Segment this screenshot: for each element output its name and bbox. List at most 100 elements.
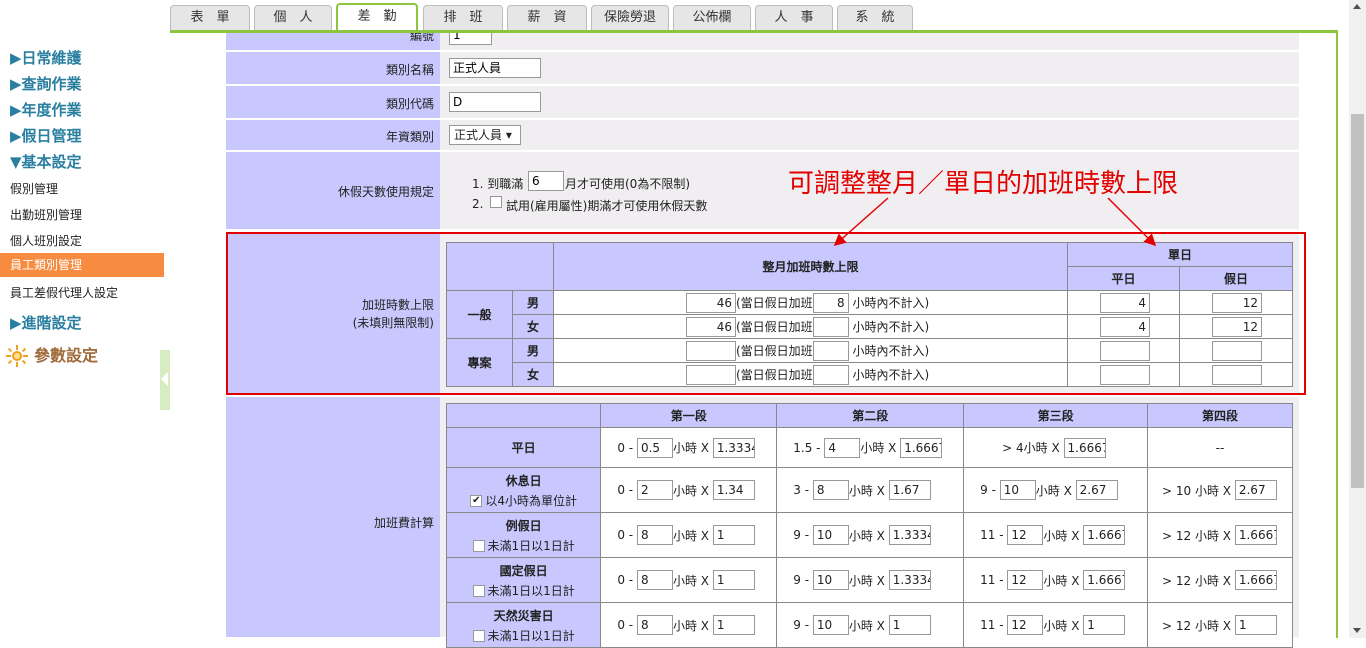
category-name-input[interactable]: 正式人員 <box>449 58 541 78</box>
stage-hours-input[interactable]: 10 <box>812 525 849 545</box>
tab-payroll[interactable]: 薪 資 <box>507 5 587 31</box>
stage-hours-input[interactable]: 10 <box>812 570 849 590</box>
sidebar-sub-leave-types[interactable]: 假別管理 <box>10 180 58 197</box>
sidebar-sub-deputy[interactable]: 員工差假代理人設定 <box>10 284 118 301</box>
stage-rate-input[interactable]: 1.34 <box>712 480 755 500</box>
stage-rate-input[interactable]: 1 <box>1234 615 1277 635</box>
fee-row-label: 天然災害日 未滿1日以1日計 <box>445 602 602 648</box>
tab-insurance[interactable]: 保險勞退 <box>591 5 669 31</box>
stage-rate-input[interactable]: 2.67 <box>1075 480 1118 500</box>
sidebar: ▶日常維護 ▶查詢作業 ▶年度作業 ▶假日管理 ▼基本設定 假別管理 出勤班別管… <box>0 33 172 638</box>
leave-rule-2-num: 2. <box>472 197 484 211</box>
stage-rate-input[interactable]: 1.6667 <box>1083 570 1126 590</box>
fee-row: 國定假日 未滿1日以1日計 0 - 8 小時 X 19 - 10 小時 X 1.3334… <box>445 557 1293 603</box>
value-seniority: 正式人員 ▾ <box>440 120 1299 151</box>
header-stage-1: 第一段 <box>600 403 778 428</box>
tab-system[interactable]: 系 統 <box>837 5 913 31</box>
header-stage-2: 第二段 <box>776 403 965 428</box>
stage-hours-input[interactable]: 10 <box>999 480 1036 500</box>
label-seniority: 年資類別 <box>226 120 440 151</box>
stage-hours-input[interactable]: 12 <box>1007 570 1044 590</box>
sidebar-item-advanced[interactable]: ▶進階設定 <box>10 312 82 333</box>
sidebar-item-query[interactable]: ▶查詢作業 <box>10 73 82 94</box>
probation-checkbox[interactable] <box>490 196 502 208</box>
header-stage-3: 第三段 <box>963 403 1149 428</box>
label-leave-rule: 休假天數使用規定 <box>226 152 440 230</box>
sidebar-item-params[interactable]: 參數設定 <box>34 342 98 366</box>
leave-months-input[interactable]: 6 <box>528 171 564 191</box>
stage-4-empty: -- <box>1147 427 1293 468</box>
sidebar-sub-personal-shift[interactable]: 個人班別設定 <box>10 232 82 249</box>
tab-hr[interactable]: 人 事 <box>755 5 833 31</box>
leave-rule-1-suffix: 月才可使用(0為不限制) <box>565 177 690 191</box>
stage-rate-input[interactable]: 1.3334 <box>888 525 931 545</box>
label-category-code: 類別代碼 <box>226 86 440 119</box>
sun-icon <box>6 345 28 367</box>
stage-rate-input[interactable]: 1 <box>712 570 755 590</box>
leave-rule-1-prefix: 1. 到職滿 <box>472 177 524 191</box>
id-input[interactable]: 1 <box>449 33 492 45</box>
tab-attendance[interactable]: 差 勤 <box>336 3 418 33</box>
stage-rate-input[interactable]: 1.6667 <box>1234 525 1277 545</box>
stage-rate-input[interactable]: 1.6667 <box>1234 570 1277 590</box>
stage-rate-input[interactable]: 1 <box>1083 615 1126 635</box>
stage-hours-input[interactable]: 12 <box>1007 615 1044 635</box>
tab-forms[interactable]: 表 單 <box>170 5 250 31</box>
stage-hours-input[interactable]: 12 <box>1007 525 1044 545</box>
stage-rate-input[interactable]: 1.3334 <box>888 570 931 590</box>
category-code-input[interactable]: D <box>449 92 541 112</box>
scroll-thumb[interactable] <box>1351 114 1364 488</box>
sidebar-sub-shift-types[interactable]: 出勤班別管理 <box>10 206 82 223</box>
stage-rate-input[interactable]: 1.6667 <box>1063 437 1106 458</box>
fee-row: 休息日 ✔ 以4小時為單位計 0 - 2 小時 X 1.34 3 - 8 小時 X 1.67… <box>445 467 1293 513</box>
sidebar-item-daily[interactable]: ▶日常維護 <box>10 47 82 68</box>
leave-rule-2-text: 試用(雇用屬性)期滿才可使用休假天數 <box>506 199 708 213</box>
value-category-code: D <box>440 86 1299 119</box>
fee-row-checkbox[interactable]: ✔ <box>470 495 483 507</box>
highlight-box <box>226 232 1306 395</box>
stage-hours-input[interactable]: 0.5 <box>636 437 673 458</box>
fee-row: 例假日 未滿1日以1日計 0 - 8 小時 X 19 - 10 小時 X 1.3334 1… <box>445 512 1293 558</box>
value-id: 1 <box>440 33 1299 51</box>
scroll-down-icon[interactable] <box>1353 628 1361 633</box>
fee-row-checkbox[interactable] <box>472 585 485 597</box>
stage-rate-input[interactable]: 1.6667 <box>900 437 943 458</box>
stage-hours-input[interactable]: 8 <box>636 525 673 545</box>
fee-row: 平日 0 - 0.5 小時 X 1.3334 1.5 - 4 小時 X 1.6667 > … <box>445 427 1293 468</box>
sidebar-item-yearly[interactable]: ▶年度作業 <box>10 99 82 120</box>
tab-personal[interactable]: 個 人 <box>254 5 332 31</box>
sidebar-item-basic[interactable]: ▼基本設定 <box>10 151 82 172</box>
top-nav: 表 單 個 人 差 勤 排 班 薪 資 保險勞退 公佈欄 人 事 系 統 <box>0 0 1366 33</box>
stage-rate-input[interactable]: 1 <box>888 615 931 635</box>
tab-bulletin[interactable]: 公佈欄 <box>673 5 751 31</box>
value-category-name: 正式人員 <box>440 52 1299 85</box>
scrollbar[interactable] <box>1349 0 1366 638</box>
stage-hours-input[interactable]: 4 <box>824 437 861 458</box>
dropdown-arrow-icon: ▾ <box>505 128 512 142</box>
stage-rate-input[interactable]: 2.67 <box>1234 480 1277 500</box>
sidebar-toggle[interactable] <box>160 350 170 410</box>
scroll-up-icon[interactable] <box>1353 4 1361 9</box>
stage-rate-input[interactable]: 1 <box>712 615 755 635</box>
stage-hours-input[interactable]: 8 <box>636 615 673 635</box>
header-stage-4: 第四段 <box>1147 403 1293 428</box>
tab-scheduling[interactable]: 排 班 <box>423 5 503 31</box>
stage-rate-input[interactable]: 1.3334 <box>712 437 755 458</box>
stage-rate-input[interactable]: 1.67 <box>888 480 931 500</box>
label-category-name: 類別名稱 <box>226 52 440 85</box>
active-pointer <box>164 253 172 277</box>
fee-row-checkbox[interactable] <box>472 630 485 642</box>
stage-rate-input[interactable]: 1 <box>712 525 755 545</box>
sidebar-item-holiday[interactable]: ▶假日管理 <box>10 125 82 146</box>
stage-hours-input[interactable]: 8 <box>636 570 673 590</box>
stage-hours-input[interactable]: 2 <box>636 480 673 500</box>
stage-hours-input[interactable]: 10 <box>812 615 849 635</box>
stage-rate-input[interactable]: 1.6667 <box>1083 525 1126 545</box>
label-ot-fee: 加班費計算 <box>226 397 440 638</box>
chevron-left-icon <box>161 372 168 386</box>
fee-row-label: 國定假日 未滿1日以1日計 <box>445 557 602 603</box>
seniority-select[interactable]: 正式人員 ▾ <box>449 125 521 145</box>
fee-row-checkbox[interactable] <box>472 540 485 552</box>
stage-hours-input[interactable]: 8 <box>812 480 849 500</box>
sidebar-sub-employee-category[interactable]: 員工類別管理 <box>0 253 164 277</box>
